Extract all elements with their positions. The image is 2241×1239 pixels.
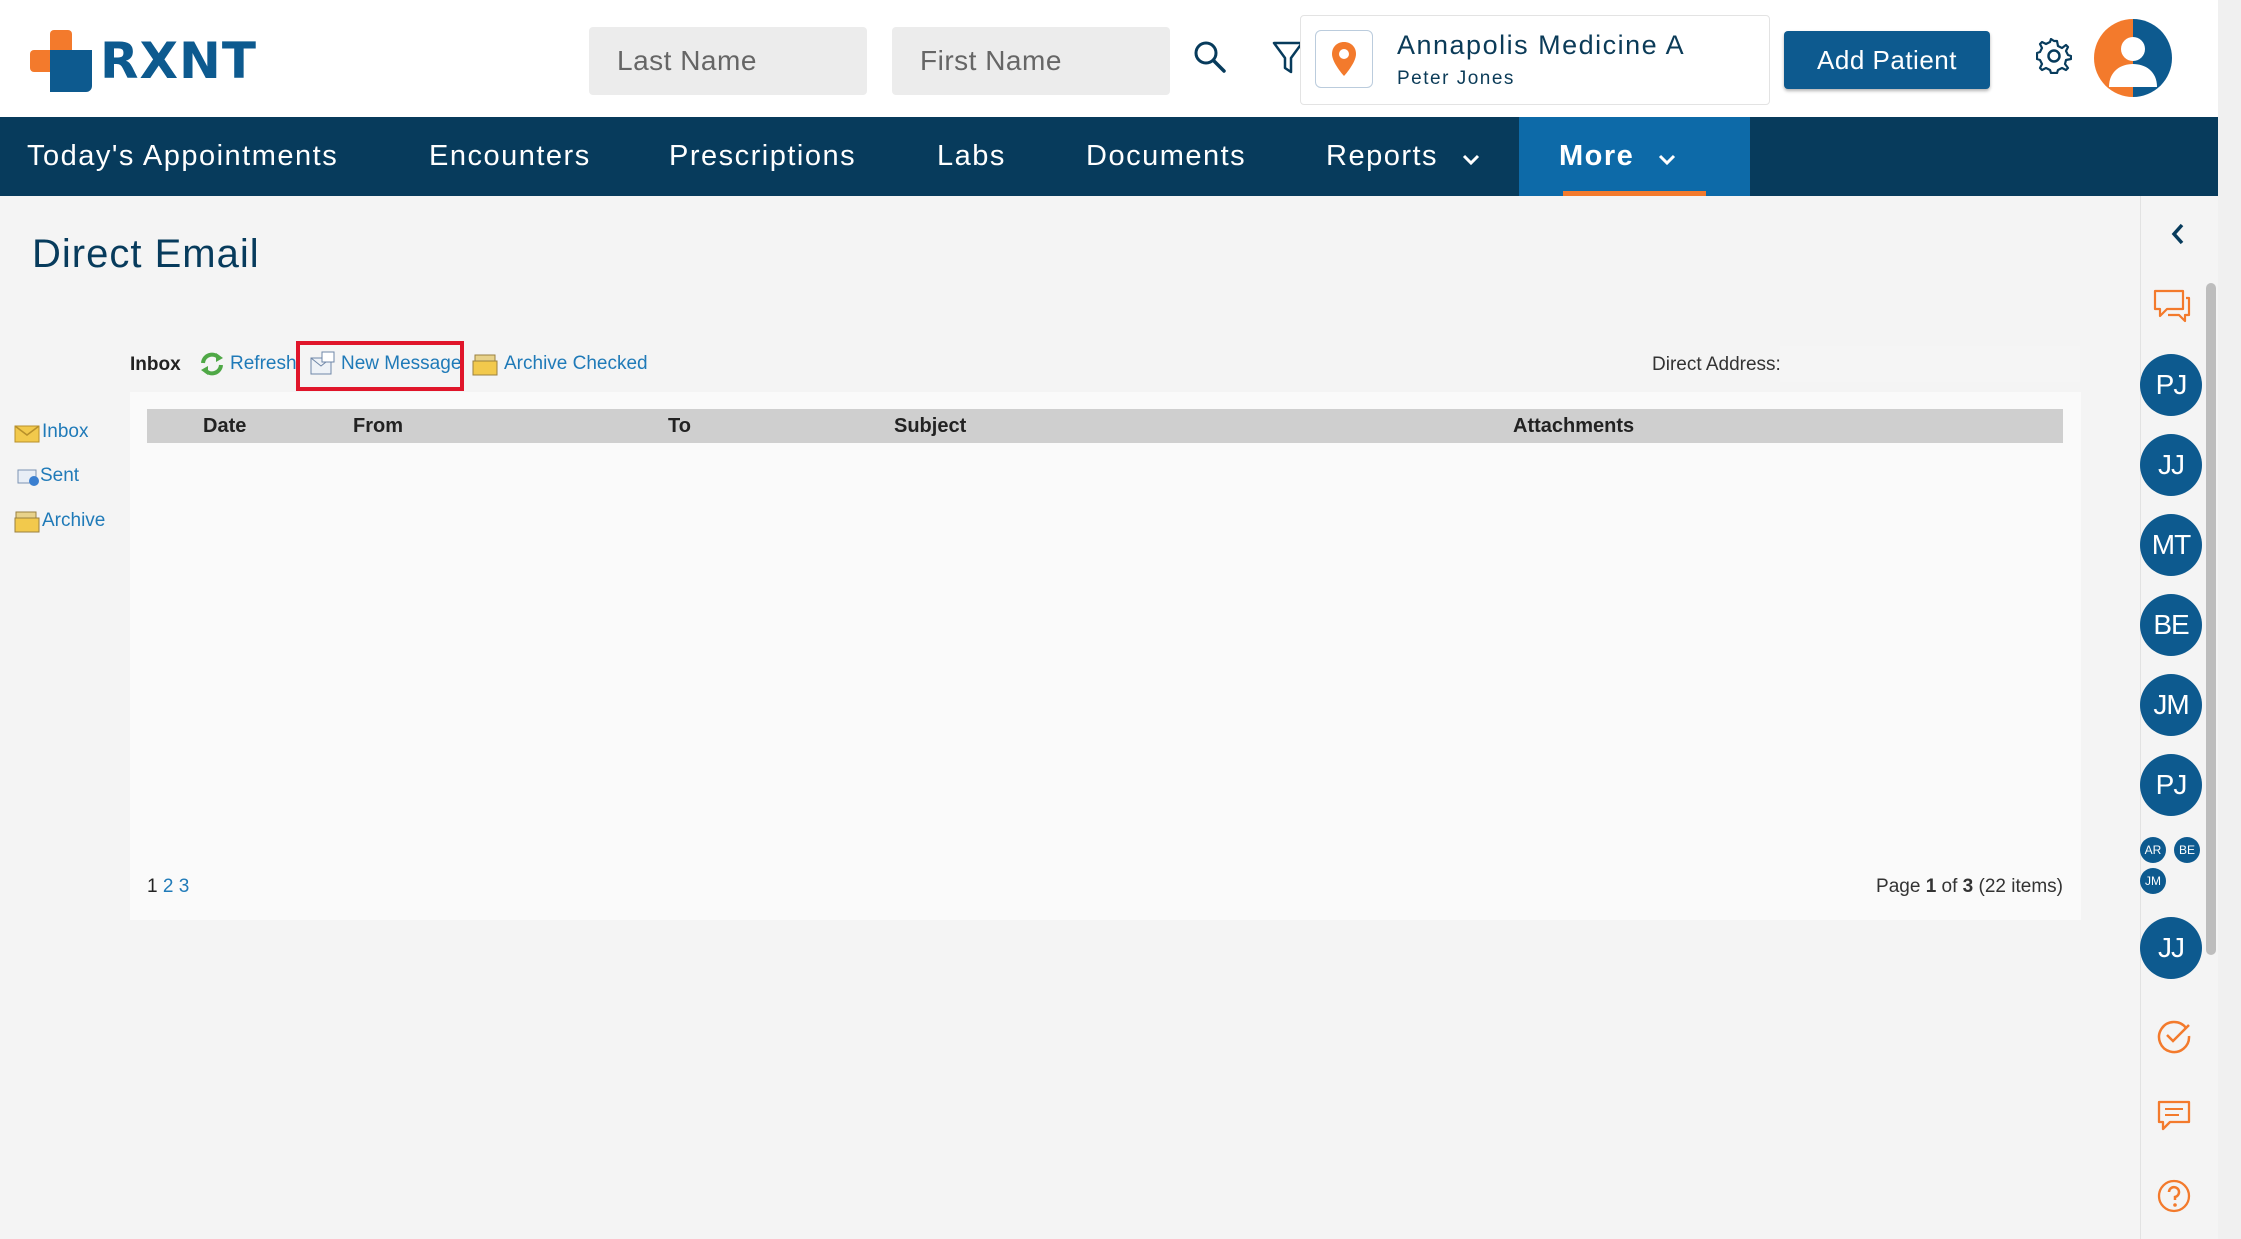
rail-mini-avatar-jm[interactable]: JM: [2140, 868, 2166, 894]
location-name: Annapolis Medicine A: [1397, 30, 1686, 60]
nav-reports[interactable]: Reports: [1326, 117, 1480, 196]
page-title: Direct Email: [32, 232, 260, 276]
archive-icon: [472, 354, 498, 376]
page-info-of: of: [1936, 876, 1963, 897]
page-info-current: 1: [1925, 876, 1937, 897]
rail-avatar-jm[interactable]: JM: [2140, 674, 2202, 736]
location-selector[interactable]: Annapolis Medicine A Peter Jones: [1300, 15, 1770, 105]
check-circle-icon[interactable]: [2156, 1018, 2192, 1059]
rail-avatar-jj[interactable]: JJ: [2140, 434, 2202, 496]
chat-icon[interactable]: [2152, 288, 2192, 329]
user-avatar[interactable]: [2094, 19, 2172, 97]
active-tab-indicator: [1563, 191, 1706, 196]
rail-divider: [2140, 196, 2141, 1239]
column-subject[interactable]: Subject: [894, 415, 966, 438]
message-panel: [130, 392, 2081, 920]
page-link-2[interactable]: 2: [163, 876, 174, 897]
nav-prescriptions[interactable]: Prescriptions: [669, 117, 856, 196]
location-pin-icon: [1315, 30, 1373, 88]
archive-checked-button[interactable]: Archive Checked: [472, 351, 648, 377]
rxnt-logo[interactable]: RXNT: [30, 30, 257, 92]
page-link-3[interactable]: 3: [179, 876, 190, 897]
rail-avatar-mt[interactable]: MT: [2140, 514, 2202, 576]
rail-avatar-pj[interactable]: PJ: [2140, 354, 2202, 416]
chevron-down-icon: [1462, 118, 1480, 197]
first-name-input[interactable]: [892, 27, 1170, 95]
refresh-label: Refresh: [230, 353, 297, 374]
new-message-highlight: [296, 341, 464, 391]
archive-icon: [14, 511, 40, 533]
current-folder-label: Inbox: [130, 354, 181, 375]
page-info-items: (22 items): [1973, 876, 2063, 897]
logo-cross-icon: [30, 30, 92, 92]
rail-avatar-pj-2[interactable]: PJ: [2140, 754, 2202, 816]
rail-mini-avatar-be[interactable]: BE: [2174, 837, 2200, 863]
refresh-icon: [201, 352, 223, 376]
column-attachments[interactable]: Attachments: [1513, 415, 1634, 438]
main-nav: Today's Appointments Encounters Prescrip…: [0, 117, 2218, 196]
page-info-prefix: Page: [1876, 876, 1926, 897]
message-table-header: Date From To Subject Attachments: [147, 409, 2063, 443]
gear-icon[interactable]: [2035, 37, 2073, 79]
collapse-rail-icon[interactable]: [2170, 222, 2186, 251]
direct-address-label: Direct Address:: [1652, 354, 1781, 375]
folder-sent-label: Sent: [40, 465, 80, 486]
refresh-button[interactable]: Refresh: [198, 351, 297, 377]
column-to[interactable]: To: [668, 415, 691, 438]
logo-text: RXNT: [100, 32, 258, 90]
page-info: Page 1 of 3 (22 items): [1876, 876, 2063, 898]
page-info-total: 3: [1962, 876, 1974, 897]
nav-encounters[interactable]: Encounters: [429, 117, 591, 196]
nav-more-label: More: [1559, 140, 1635, 172]
page-link-current: 1: [147, 876, 158, 897]
last-name-input[interactable]: [589, 27, 867, 95]
search-icon[interactable]: [1193, 40, 1227, 79]
direct-address-value: [1780, 346, 2080, 382]
top-header: RXNT Annapolis Medicine A Peter Jones Ad…: [0, 0, 2218, 117]
pagination: 1 2 3: [147, 876, 189, 898]
rail-scroll-thumb[interactable]: [2206, 283, 2216, 955]
message-icon[interactable]: [2156, 1099, 2192, 1138]
location-user: Peter Jones: [1397, 68, 1515, 89]
sent-icon: [17, 469, 39, 486]
inbox-icon: [14, 425, 40, 443]
chevron-down-icon: [1658, 118, 1676, 197]
folder-inbox-label: Inbox: [42, 421, 89, 442]
nav-todays-appointments[interactable]: Today's Appointments: [27, 117, 338, 196]
folder-archive[interactable]: Archive: [14, 508, 105, 534]
nav-reports-label: Reports: [1326, 140, 1439, 172]
nav-labs[interactable]: Labs: [937, 117, 1006, 196]
nav-more[interactable]: More: [1519, 117, 1750, 196]
page-scrollbar[interactable]: [2218, 0, 2241, 1239]
column-from[interactable]: From: [353, 415, 403, 438]
rail-mini-avatar-ar[interactable]: AR: [2140, 837, 2166, 863]
folder-archive-label: Archive: [42, 510, 106, 531]
rail-avatar-jj-2[interactable]: JJ: [2140, 917, 2202, 979]
nav-documents[interactable]: Documents: [1086, 117, 1246, 196]
rail-avatar-be[interactable]: BE: [2140, 594, 2202, 656]
column-date[interactable]: Date: [203, 415, 246, 438]
help-icon[interactable]: [2156, 1178, 2192, 1219]
archive-checked-label: Archive Checked: [504, 353, 648, 374]
folder-inbox[interactable]: Inbox: [14, 420, 88, 444]
add-patient-button[interactable]: Add Patient: [1784, 31, 1990, 89]
folder-sent[interactable]: Sent: [16, 464, 79, 488]
